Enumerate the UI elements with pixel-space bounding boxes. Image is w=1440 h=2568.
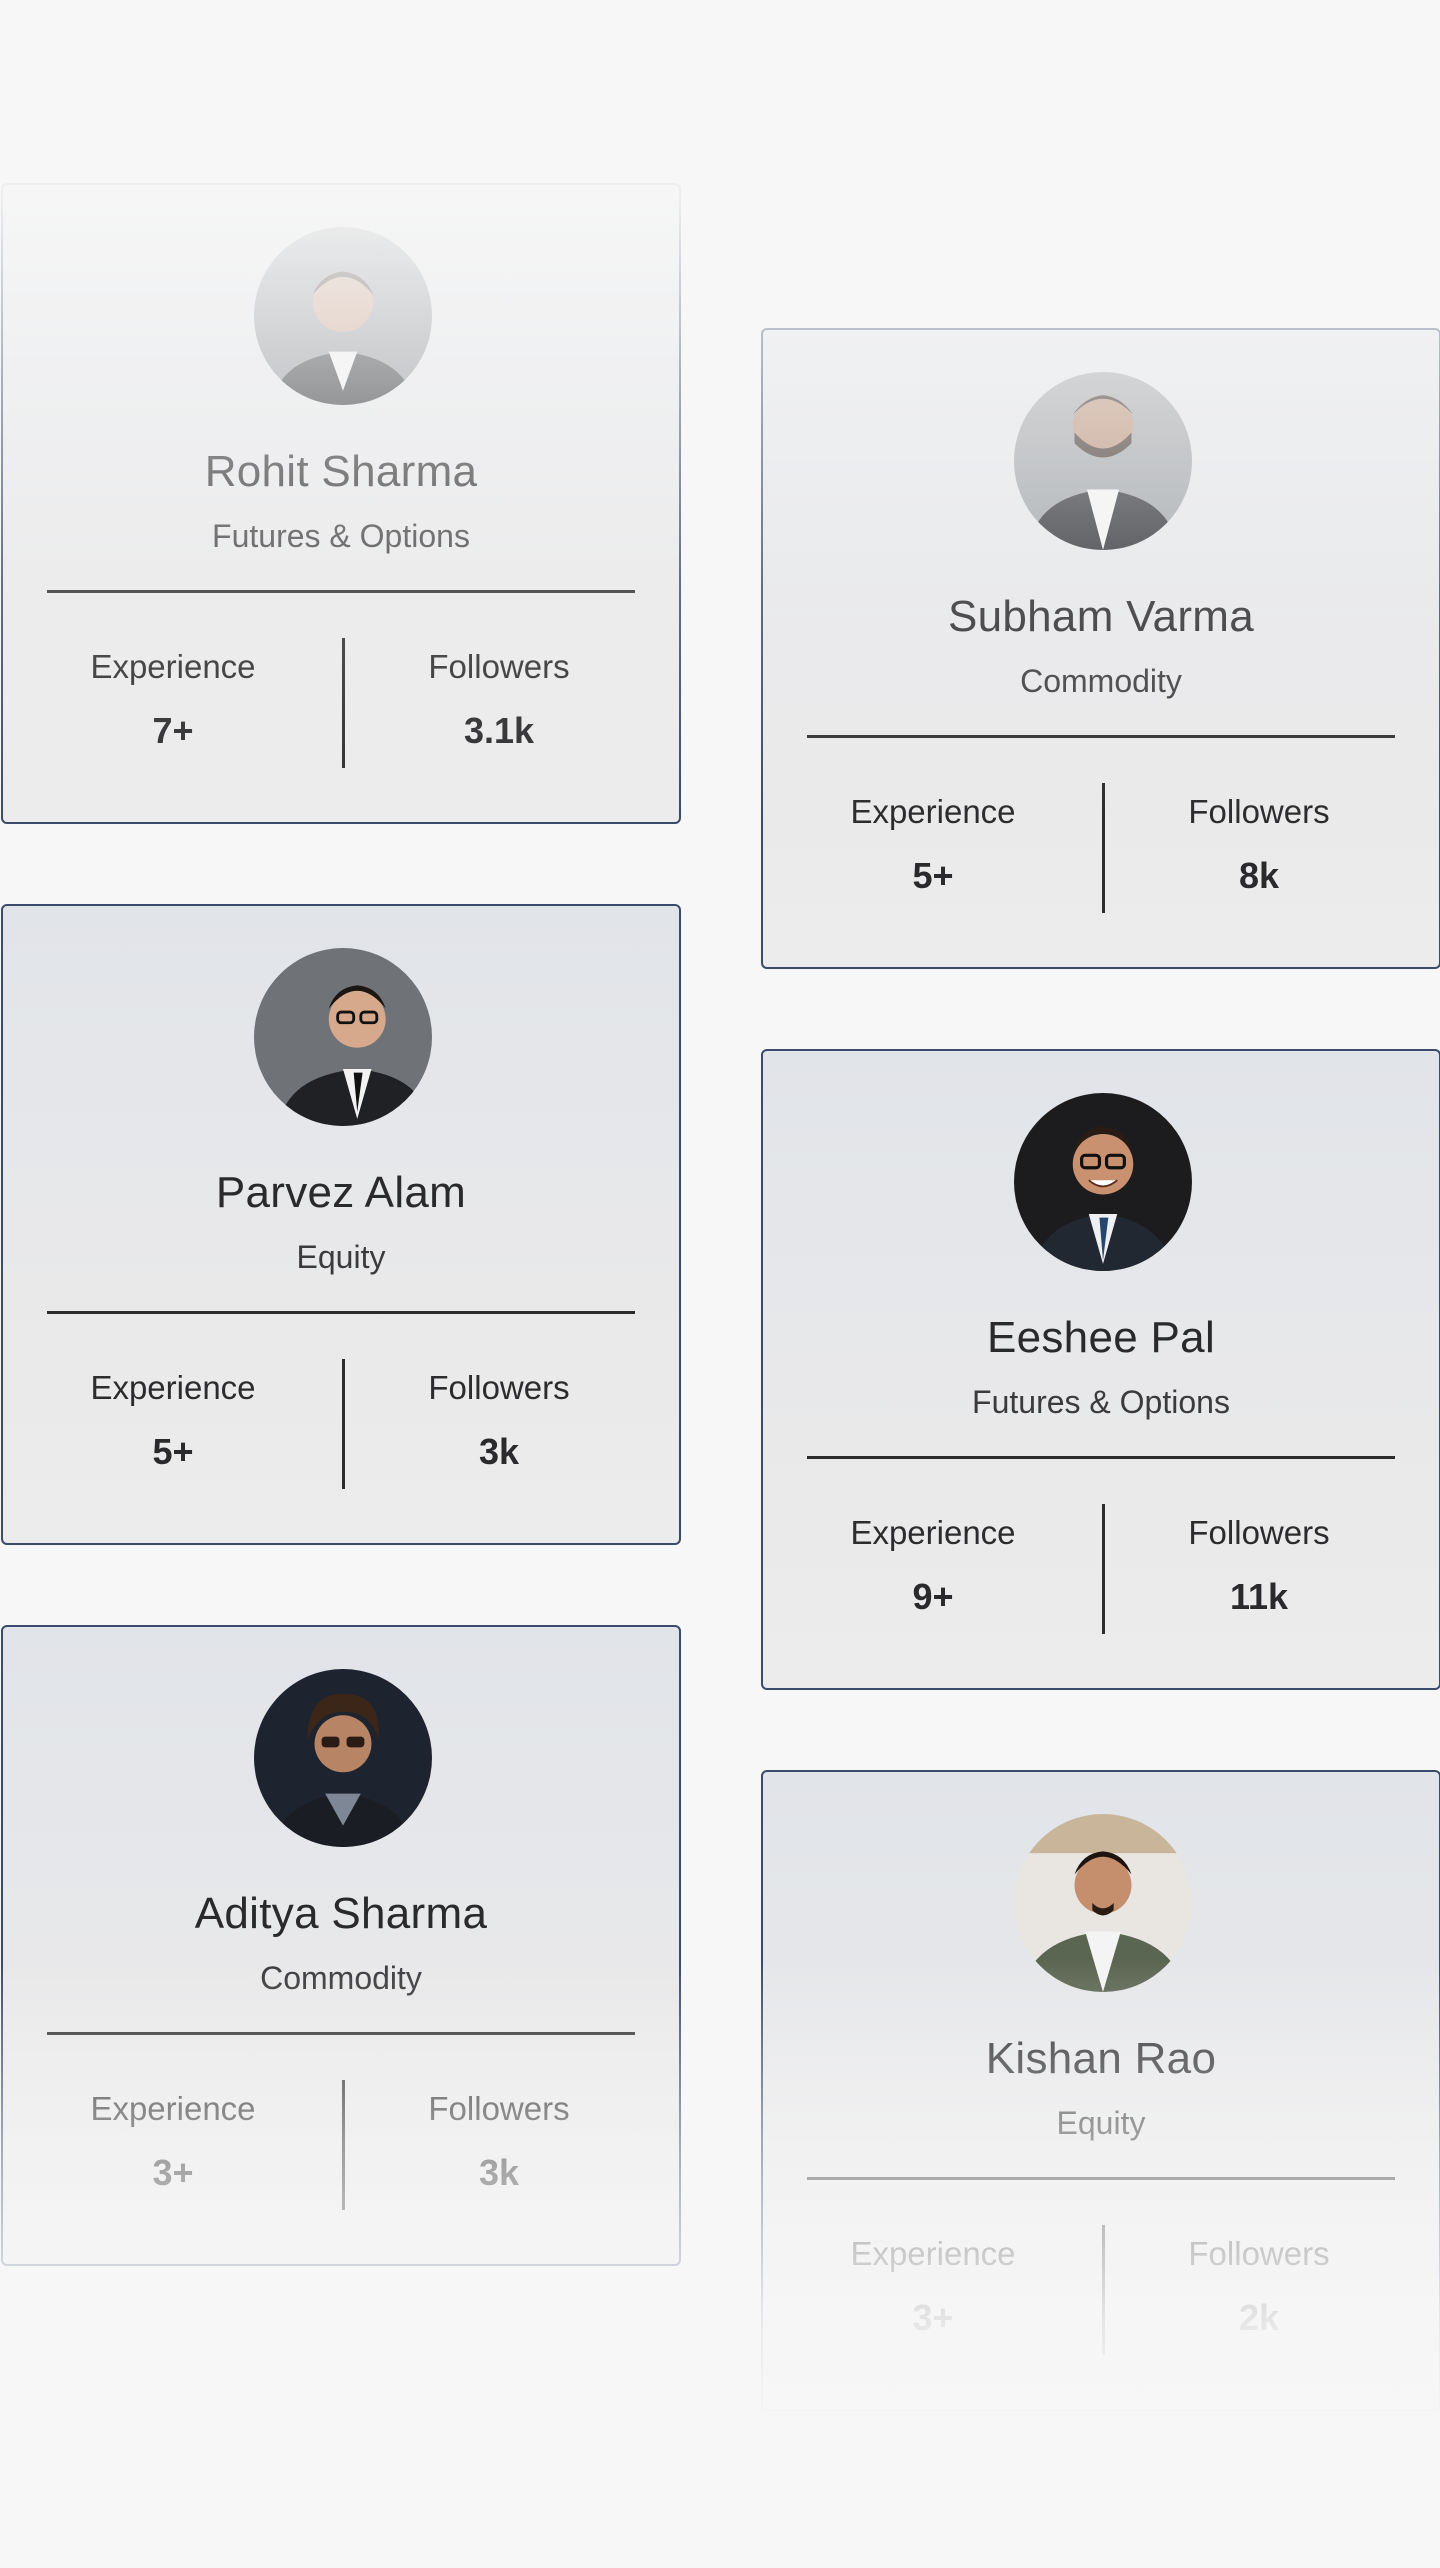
experience-value: 3+ xyxy=(152,2152,194,2193)
divider xyxy=(47,1311,635,1314)
stats-row: Experience 3+ Followers 3k xyxy=(3,2080,679,2210)
experience-label: Experience xyxy=(850,2235,1016,2272)
experience-stat: Experience 9+ xyxy=(763,1504,1103,1618)
experience-stat: Experience 5+ xyxy=(763,783,1103,897)
followers-label: Followers xyxy=(1188,2235,1330,2272)
expert-card[interactable]: Subham Varma Commodity Experience 5+ Fol… xyxy=(761,328,1440,969)
expert-card[interactable]: Parvez Alam Equity Experience 5+ Followe… xyxy=(1,904,681,1545)
experience-label: Experience xyxy=(90,1369,256,1406)
expert-category: Futures & Options xyxy=(972,1384,1230,1420)
followers-stat: Followers 2k xyxy=(1107,2225,1411,2339)
expert-card[interactable]: Rohit Sharma Futures & Options Experienc… xyxy=(1,183,681,824)
expert-category: Commodity xyxy=(260,1960,422,1996)
followers-value: 3k xyxy=(478,2152,520,2193)
stats-row: Experience 7+ Followers 3.1k xyxy=(3,638,679,768)
experience-label: Experience xyxy=(850,793,1016,830)
followers-stat: Followers 3k xyxy=(347,2080,651,2194)
followers-label: Followers xyxy=(428,2090,570,2127)
experience-label: Experience xyxy=(90,2090,256,2127)
expert-card[interactable]: Eeshee Pal Futures & Options Experience … xyxy=(761,1049,1440,1690)
avatar xyxy=(1014,372,1192,550)
followers-stat: Followers 3k xyxy=(347,1359,651,1473)
avatar xyxy=(254,948,432,1126)
followers-label: Followers xyxy=(1188,793,1330,830)
person-photo-icon xyxy=(254,227,432,405)
person-photo-icon xyxy=(254,948,432,1126)
expert-name: Eeshee Pal xyxy=(986,1313,1216,1362)
experience-label: Experience xyxy=(850,1514,1016,1551)
avatar xyxy=(254,1669,432,1847)
expert-name: Parvez Alam xyxy=(215,1168,467,1217)
divider xyxy=(807,735,1395,738)
avatar xyxy=(1014,1093,1192,1271)
expert-name: Subham Varma xyxy=(947,592,1255,641)
expert-category: Equity xyxy=(1056,2105,1146,2141)
followers-value: 3.1k xyxy=(463,710,535,751)
followers-value: 3k xyxy=(478,1431,520,1472)
expert-category: Futures & Options xyxy=(212,518,470,554)
experience-stat: Experience 7+ xyxy=(3,638,343,752)
stats-separator xyxy=(342,1359,345,1489)
stats-row: Experience 3+ Followers 2k xyxy=(763,2225,1439,2355)
person-photo-icon xyxy=(254,1669,432,1847)
followers-value: 2k xyxy=(1238,2297,1280,2338)
divider xyxy=(807,2177,1395,2180)
experience-value: 5+ xyxy=(152,1431,194,1472)
stats-separator xyxy=(1102,1504,1105,1634)
stats-separator xyxy=(1102,783,1105,913)
expert-name: Kishan Rao xyxy=(985,2034,1217,2083)
person-photo-icon xyxy=(1014,1093,1192,1271)
expert-category: Commodity xyxy=(1020,663,1182,699)
stats-row: Experience 9+ Followers 11k xyxy=(763,1504,1439,1634)
stats-separator xyxy=(342,638,345,768)
person-photo-icon xyxy=(1014,1814,1192,1992)
expert-category: Equity xyxy=(296,1239,386,1275)
expert-card[interactable]: Aditya Sharma Commodity Experience 3+ Fo… xyxy=(1,1625,681,2266)
experience-stat: Experience 5+ xyxy=(3,1359,343,1473)
followers-label: Followers xyxy=(428,648,570,685)
avatar xyxy=(254,227,432,405)
experience-stat: Experience 3+ xyxy=(3,2080,343,2194)
expert-name: Rohit Sharma xyxy=(204,447,478,496)
followers-stat: Followers 8k xyxy=(1107,783,1411,897)
stats-separator xyxy=(342,2080,345,2210)
followers-value: 8k xyxy=(1238,855,1280,896)
stats-row: Experience 5+ Followers 8k xyxy=(763,783,1439,913)
experience-value: 7+ xyxy=(152,710,194,751)
experience-stat: Experience 3+ xyxy=(763,2225,1103,2339)
stats-row: Experience 5+ Followers 3k xyxy=(3,1359,679,1489)
experience-value: 5+ xyxy=(912,855,954,896)
followers-stat: Followers 3.1k xyxy=(347,638,651,752)
divider xyxy=(47,2032,635,2035)
expert-card[interactable]: Kishan Rao Equity Experience 3+ Follower… xyxy=(761,1770,1440,2411)
person-photo-icon xyxy=(1014,372,1192,550)
experience-label: Experience xyxy=(90,648,256,685)
experience-value: 3+ xyxy=(912,2297,954,2338)
followers-label: Followers xyxy=(428,1369,570,1406)
expert-name: Aditya Sharma xyxy=(194,1889,488,1938)
followers-label: Followers xyxy=(1188,1514,1330,1551)
divider xyxy=(47,590,635,593)
experience-value: 9+ xyxy=(912,1576,954,1617)
divider xyxy=(807,1456,1395,1459)
followers-value: 11k xyxy=(1229,1576,1289,1617)
avatar xyxy=(1014,1814,1192,1992)
followers-stat: Followers 11k xyxy=(1107,1504,1411,1618)
stats-separator xyxy=(1102,2225,1105,2355)
